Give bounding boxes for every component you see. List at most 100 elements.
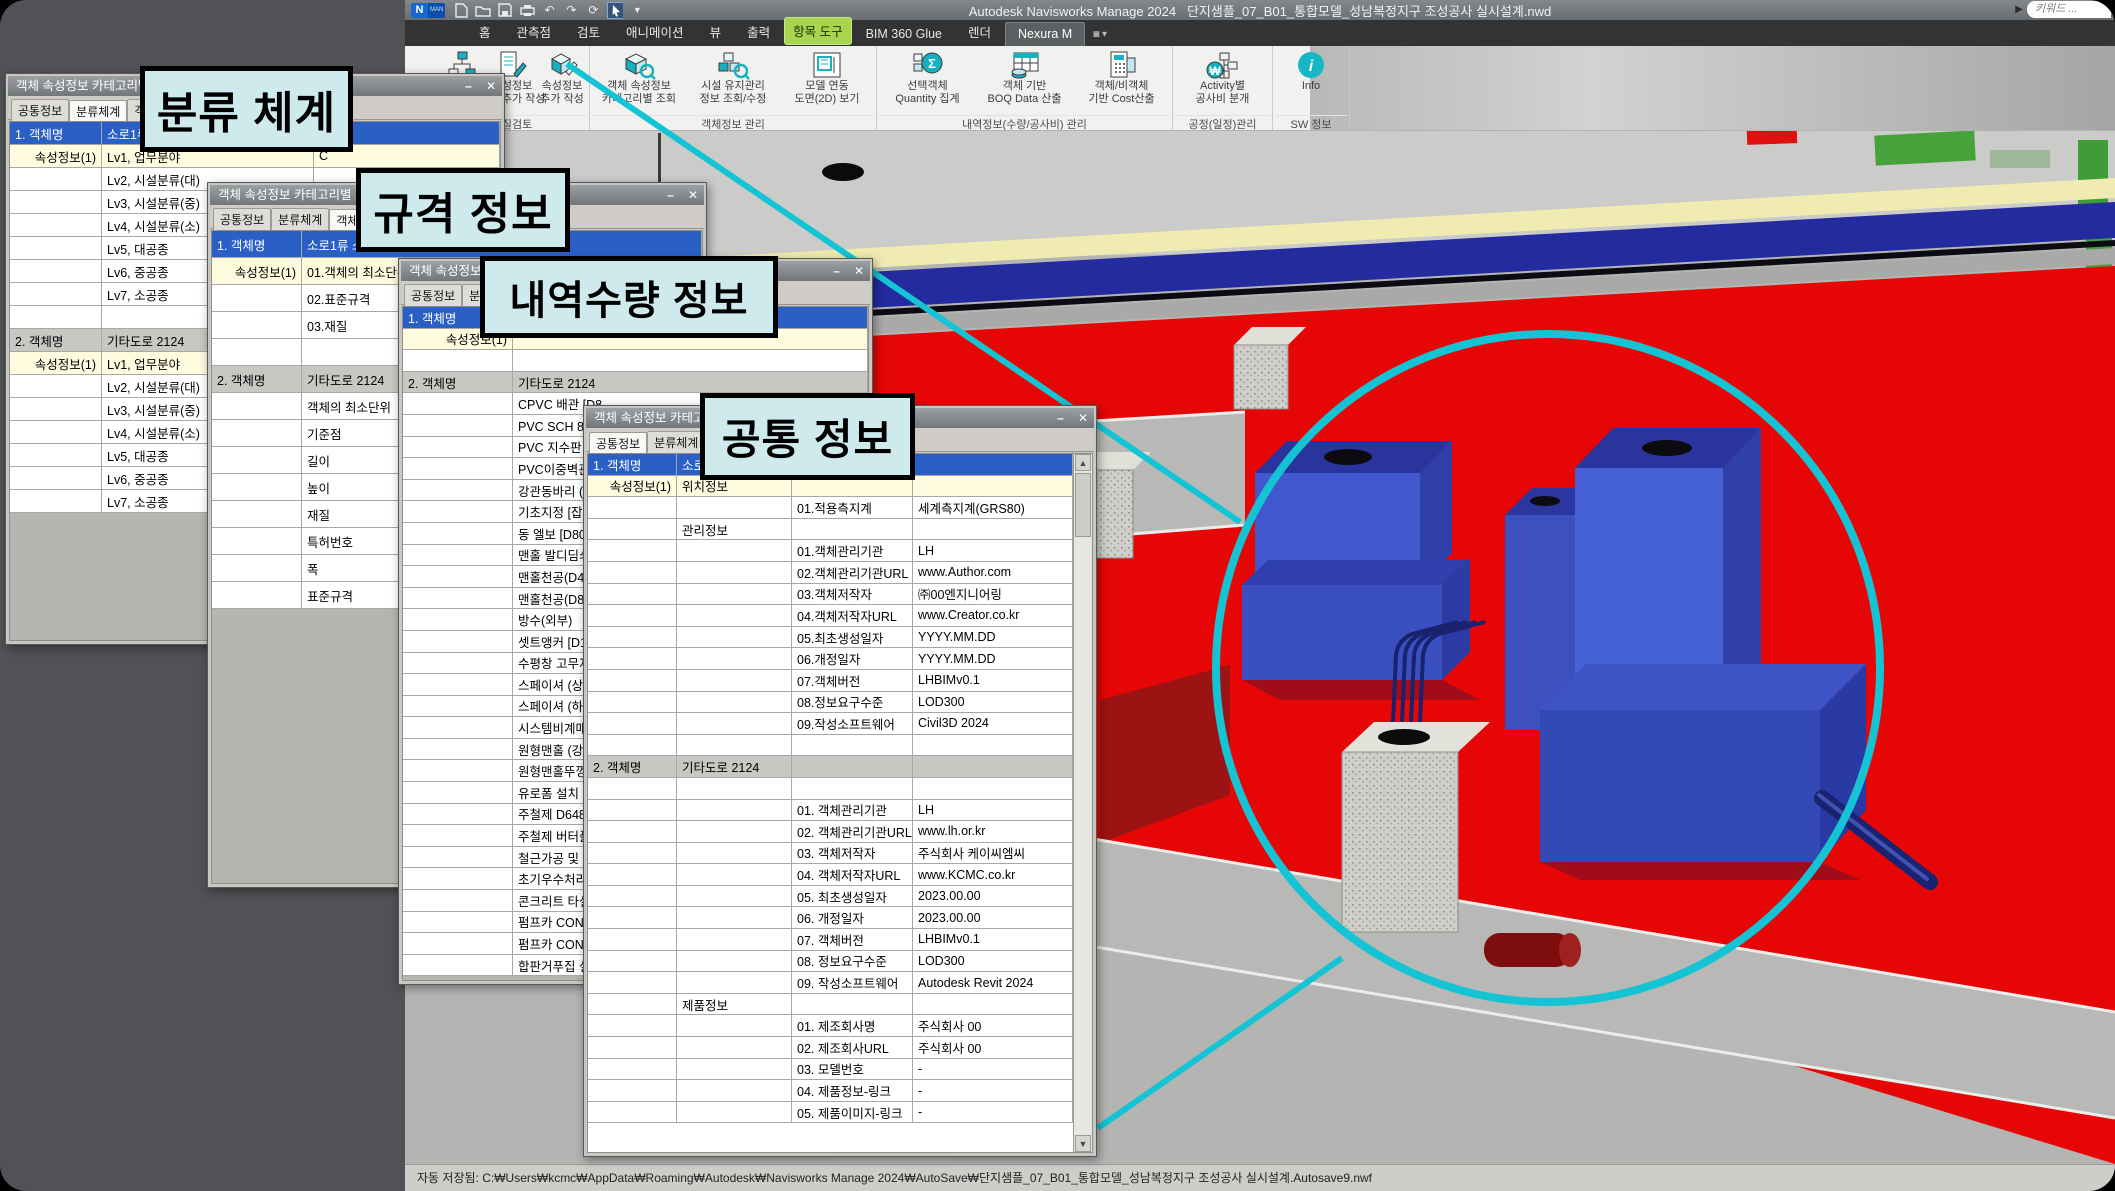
cell [212, 528, 302, 554]
tab-1[interactable]: 분류체계 [271, 208, 329, 231]
menu-tab[interactable]: Nexura M [1005, 22, 1085, 46]
table-row[interactable]: 03. 객체저작자주식회사 케이씨엠씨 [588, 843, 1073, 865]
cell [588, 1059, 677, 1080]
table-row[interactable]: 05. 최초생성일자2023.00.00 [588, 886, 1073, 908]
table-row[interactable]: 06.개정일자YYYY.MM.DD [588, 648, 1073, 670]
ribbon-button[interactable]: 모델 연동 도면(2D) 보기 [780, 46, 874, 115]
navisworks-logo-icon[interactable]: NMAN [411, 3, 445, 18]
cell: 01. 제조회사명 [792, 1015, 913, 1036]
minimize-icon[interactable]: – [667, 185, 674, 205]
menu-tab[interactable]: 관측점 [505, 18, 564, 46]
scrollbar-thumb[interactable] [1075, 473, 1091, 537]
cell [10, 444, 102, 466]
table-row[interactable]: 04.객체저작자URLwww.Creator.co.kr [588, 605, 1073, 627]
cell [403, 674, 513, 695]
save-icon[interactable] [497, 2, 513, 18]
table-row[interactable]: 02.객체관리기관URLwww.Author.com [588, 562, 1073, 584]
close-icon[interactable]: ✕ [688, 185, 698, 205]
close-icon[interactable]: ✕ [854, 261, 864, 281]
table-row[interactable]: 07.객체버전LHBIMv0.1 [588, 670, 1073, 692]
table-row[interactable]: 2. 객체명기타도로 2124 [403, 372, 868, 394]
tab-1[interactable]: 분류체계 [647, 431, 705, 454]
table-row[interactable]: 02. 객체관리기관URLwww.lh.or.kr [588, 821, 1073, 843]
ribbon-group: ₩ Activity별 공사비 분개 공정(일정)관리 [1173, 46, 1273, 130]
scroll-down-icon[interactable]: ▼ [1075, 1135, 1091, 1152]
new-document-icon[interactable] [453, 2, 469, 18]
table-row[interactable] [588, 735, 1073, 757]
ribbon-options-icon[interactable]: ◙ ▾ [1087, 25, 1113, 46]
ribbon-button[interactable]: 속성정보 추가 작성 [537, 46, 587, 115]
keyword-search-input[interactable]: 키워드 ... [2027, 1, 2111, 18]
table-row[interactable] [588, 778, 1073, 800]
cell [677, 951, 792, 972]
menu-tab[interactable]: 출력 [735, 18, 782, 46]
undo-icon[interactable]: ↶ [541, 2, 557, 18]
cell [792, 756, 913, 777]
calc-doc-icon [1106, 50, 1138, 80]
ribbon-button[interactable]: 객체 기반 BOQ Data 산출 [976, 46, 1073, 115]
table-row[interactable]: 03.객체저작자㈜00엔지니어링 [588, 584, 1073, 606]
ribbon-button[interactable]: i Info [1275, 46, 1347, 115]
refresh-icon[interactable]: ⟳ [585, 2, 601, 18]
ribbon-button[interactable]: 시설 유지관리 정보 조회/수정 [686, 46, 780, 115]
table-row[interactable]: 09. 작성소프트웨어Autodesk Revit 2024 [588, 972, 1073, 994]
close-icon[interactable]: ✕ [486, 76, 496, 96]
tab-0[interactable]: 공통정보 [589, 432, 647, 455]
menu-tab[interactable]: 홈 [467, 18, 503, 46]
ribbon-group: i Info SW 정보 [1273, 46, 1350, 130]
redo-icon[interactable]: ↷ [563, 2, 579, 18]
table-row[interactable]: 05. 제품이미지-링크- [588, 1102, 1073, 1124]
tab-0[interactable]: 공통정보 [11, 99, 69, 122]
menu-tab[interactable]: 항목 도구 [784, 17, 851, 45]
cell [212, 312, 302, 338]
close-icon[interactable]: ✕ [1078, 408, 1088, 428]
select-cursor-icon[interactable] [607, 2, 623, 18]
cell [677, 584, 792, 605]
table-row[interactable]: 03. 모델번호- [588, 1059, 1073, 1081]
table-row[interactable] [403, 350, 868, 372]
table-row[interactable]: 08. 정보요구수준LOD300 [588, 951, 1073, 973]
ribbon-tab-bar: 홈관측점검토애니메이션뷰출력항목 도구BIM 360 Glue렌더Nexura … [405, 20, 2115, 46]
vertical-scrollbar[interactable]: ▲ ▼ [1073, 454, 1092, 1152]
table-row[interactable]: 04. 제품정보-링크- [588, 1080, 1073, 1102]
table-row[interactable]: 06. 개정일자2023.00.00 [588, 907, 1073, 929]
tab-0[interactable]: 공통정보 [404, 284, 462, 307]
table-row[interactable]: 제품정보 [588, 994, 1073, 1016]
ribbon-button[interactable]: Σ 선택객체 Quantity 집계 [879, 46, 976, 115]
ribbon-button[interactable]: 객체 속성정보 카테고리별 조회 [592, 46, 686, 115]
menu-tab[interactable]: 검토 [565, 18, 612, 46]
table-row[interactable]: 01.적용측지계세계측지계(GRS80) [588, 497, 1073, 519]
minimize-icon[interactable]: – [1057, 408, 1064, 428]
open-folder-icon[interactable] [475, 2, 491, 18]
minimize-icon[interactable]: – [833, 261, 840, 281]
cell [403, 717, 513, 738]
scroll-up-icon[interactable]: ▲ [1075, 454, 1091, 471]
table-row[interactable]: 관리정보 [588, 519, 1073, 541]
cell: - [913, 1059, 1073, 1080]
table-row[interactable]: 01. 객체관리기관LH [588, 800, 1073, 822]
table-row[interactable]: 09.작성소프트웨어Civil3D 2024 [588, 713, 1073, 735]
cell [10, 260, 102, 282]
search-expand-icon[interactable]: ▶ [2015, 4, 2023, 15]
table-row[interactable]: 02. 제조회사URL주식회사 00 [588, 1037, 1073, 1059]
menu-tab[interactable]: 애니메이션 [614, 18, 696, 46]
table-row[interactable]: 07. 객체버전LHBIMv0.1 [588, 929, 1073, 951]
table-row[interactable]: 01.객체관리기관LH [588, 540, 1073, 562]
menu-tab[interactable]: BIM 360 Glue [854, 23, 954, 46]
menu-tab[interactable]: 렌더 [956, 18, 1003, 46]
menu-tab[interactable]: 뷰 [698, 18, 734, 46]
print-icon[interactable] [519, 2, 535, 18]
table-row[interactable]: 04. 객체저작자URLwww.KCMC.co.kr [588, 864, 1073, 886]
table-row[interactable]: 08.정보요구수준LOD300 [588, 692, 1073, 714]
cell: 06. 개정일자 [792, 907, 913, 928]
table-row[interactable]: 2. 객체명기타도로 2124 [588, 756, 1073, 778]
tab-1[interactable]: 분류체계 [69, 100, 127, 123]
caret-down-icon[interactable]: ▼ [629, 2, 645, 18]
table-row[interactable]: 01. 제조회사명주식회사 00 [588, 1015, 1073, 1037]
minimize-icon[interactable]: – [465, 76, 472, 96]
tab-0[interactable]: 공통정보 [213, 208, 271, 231]
ribbon-button[interactable]: 객체/비객체 기반 Cost산출 [1073, 46, 1170, 115]
ribbon-button[interactable]: ₩ Activity별 공사비 분개 [1175, 46, 1270, 115]
cell [588, 1080, 677, 1101]
table-row[interactable]: 05.최초생성일자YYYY.MM.DD [588, 627, 1073, 649]
